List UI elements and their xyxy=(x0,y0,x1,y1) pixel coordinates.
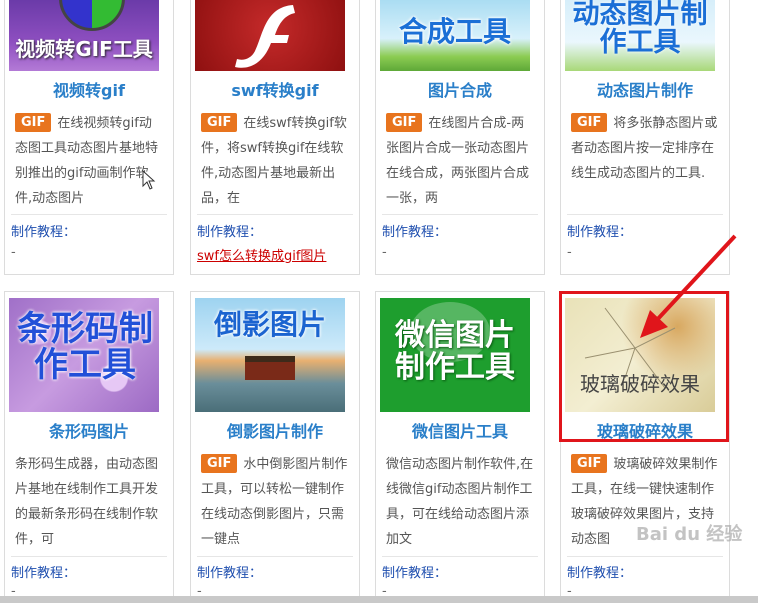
card-description: GIF 将多张静态图片或者动态图片按一定排序在线生成动态图片的工具. xyxy=(571,113,718,181)
thumbnail-text: 条形码制作工具 xyxy=(17,309,153,385)
video-logo-icon xyxy=(59,0,125,31)
thumbnail-barcode[interactable]: 条形码制作工具 xyxy=(9,298,159,412)
card-title[interactable]: 视频转gif xyxy=(5,77,173,101)
card-description: GIF 在线swf转换gif软件，将swf转换gif在线软件,动态图片基地最新出品… xyxy=(201,113,347,206)
thumbnail-video-to-gif[interactable]: 视频转GIF工具 xyxy=(9,0,159,71)
tutorial-label: 制作教程： xyxy=(197,566,263,581)
card-description: 微信动态图片制作软件,在线微信gif动态图片制作工具，可在线给动态图片添加文 xyxy=(386,457,534,547)
thumbnail-swf-to-gif[interactable] xyxy=(195,0,345,71)
tutorial-label: 制作教程： xyxy=(567,225,633,240)
tutorial-label: 制作教程： xyxy=(11,566,77,581)
tutorial-value: - xyxy=(11,245,16,260)
tool-card-swf-to-gif[interactable]: swf转换gif GIF 在线swf转换gif软件，将swf转换gif在线软件,动… xyxy=(190,0,360,275)
thumbnail-text: 微信图片制作工具 xyxy=(395,318,515,385)
thumbnail-wechat[interactable]: 微信图片制作工具 xyxy=(380,298,530,412)
tutorial-label: 制作教程： xyxy=(567,566,633,581)
divider xyxy=(567,214,723,215)
watermark: Bai du 经验 xyxy=(636,524,743,545)
card-title[interactable]: 图片合成 xyxy=(376,77,544,101)
gif-badge: GIF xyxy=(201,113,238,132)
tutorial-value: - xyxy=(567,245,572,260)
divider xyxy=(197,214,353,215)
divider xyxy=(382,556,538,557)
tutorial-label: 制作教程： xyxy=(197,225,263,240)
horizontal-scrollbar[interactable] xyxy=(0,596,758,603)
tutorial-label: 制作教程： xyxy=(382,225,448,240)
divider xyxy=(11,214,167,215)
tool-card-video-to-gif[interactable]: 视频转GIF工具 视频转gif GIF 在线视频转gif动态图工具动态图片基地特别… xyxy=(4,0,174,275)
tutorial-value: - xyxy=(382,245,387,260)
tool-card-image-merge[interactable]: 合成工具 图片合成 GIF 在线图片合成-两张图片合成一张动态图片在线合成，两张图… xyxy=(375,0,545,275)
card-title[interactable]: 倒影图片制作 xyxy=(191,418,359,442)
palace-silhouette-icon xyxy=(245,356,295,380)
thumbnail-text: 倒影图片 xyxy=(213,308,326,341)
tutorial-label: 制作教程： xyxy=(382,566,448,581)
divider xyxy=(11,556,167,557)
gif-badge: GIF xyxy=(571,454,608,473)
flash-logo-icon xyxy=(235,5,295,68)
thumbnail-text: 动态图片制作工具 xyxy=(572,0,708,59)
gif-badge: GIF xyxy=(201,454,238,473)
card-title[interactable]: 动态图片制作 xyxy=(561,77,729,101)
tool-card-reflection[interactable]: 倒影图片 倒影图片制作 GIF 水中倒影图片制作工具，可以转松一键制作在线动态倒影… xyxy=(190,291,360,603)
divider xyxy=(382,214,538,215)
gif-badge: GIF xyxy=(15,113,52,132)
gif-badge: GIF xyxy=(386,113,423,132)
gif-badge: GIF xyxy=(571,113,608,132)
tutorial-label: 制作教程： xyxy=(11,225,77,240)
card-description: 条形码生成器，由动态图片基地在线制作工具开发的最新条形码在线制作软件，可 xyxy=(15,457,159,547)
tutorial-link[interactable]: swf怎么转换成gif图片 xyxy=(197,245,326,264)
mouse-cursor-icon xyxy=(142,170,156,190)
tool-card-wechat[interactable]: 微信图片制作工具 微信图片工具 微信动态图片制作软件,在线微信gif动态图片制作… xyxy=(375,291,545,603)
thumbnail-image-merge[interactable]: 合成工具 xyxy=(380,0,530,71)
tool-card-barcode[interactable]: 条形码制作工具 条形码图片 条形码生成器，由动态图片基地在线制作工具开发的最新条… xyxy=(4,291,174,603)
thumbnail-text: 视频转GIF工具 xyxy=(15,37,153,61)
thumbnail-reflection[interactable]: 倒影图片 xyxy=(195,298,345,412)
divider xyxy=(197,556,353,557)
divider xyxy=(567,556,723,557)
thumbnail-text: 合成工具 xyxy=(398,15,511,48)
card-description: GIF 在线图片合成-两张图片合成一张动态图片在线合成，两张图片合成一张，两 xyxy=(386,113,530,206)
card-title[interactable]: 条形码图片 xyxy=(5,418,173,442)
tool-card-dynamic-image[interactable]: 动态图片制作工具 动态图片制作 GIF 将多张静态图片或者动态图片按一定排序在线生… xyxy=(560,0,730,275)
card-description: GIF 在线视频转gif动态图工具动态图片基地特别推出的gif动画制作软件,动态图… xyxy=(15,113,159,206)
thumbnail-dynamic-image[interactable]: 动态图片制作工具 xyxy=(565,0,715,71)
card-description: GIF 水中倒影图片制作工具，可以转松一键制作在线动态倒影图片，只需一键点 xyxy=(201,454,348,547)
card-title[interactable]: 微信图片工具 xyxy=(376,418,544,442)
card-title[interactable]: swf转换gif xyxy=(191,77,359,101)
highlight-box xyxy=(559,291,729,442)
